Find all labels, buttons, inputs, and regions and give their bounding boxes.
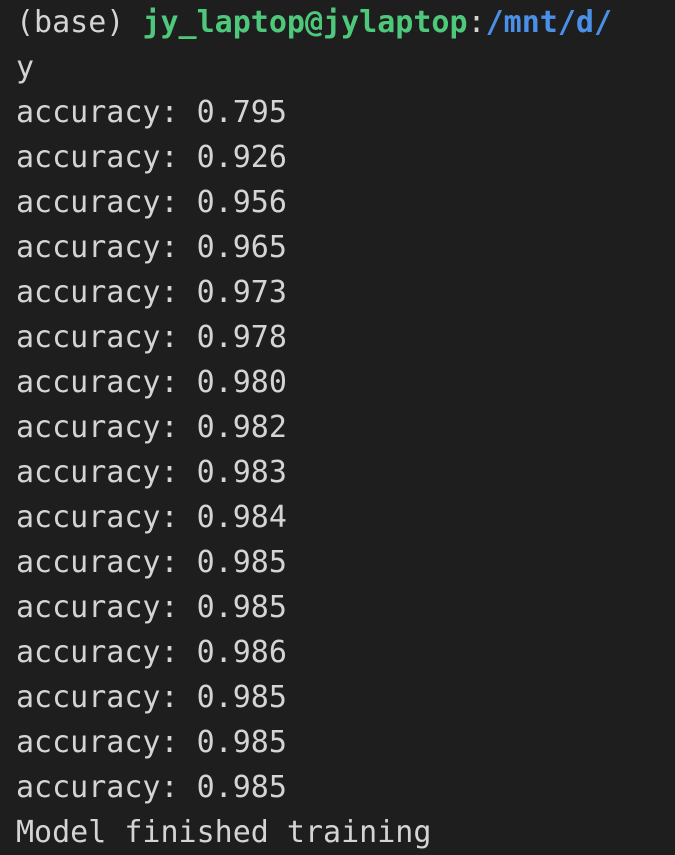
output-line: accuracy: 0.978	[16, 320, 287, 355]
prompt-line: (base) jy_laptop@jylaptop:/mnt/d/	[16, 0, 675, 45]
training-complete-message: Model finished training	[16, 815, 432, 850]
output-line: accuracy: 0.984	[16, 500, 287, 535]
current-path: /mnt/d/	[485, 5, 613, 40]
prompt-separator: :	[467, 5, 486, 40]
output-line: accuracy: 0.980	[16, 365, 287, 400]
output-line: accuracy: 0.985	[16, 590, 287, 625]
output-line: accuracy: 0.985	[16, 725, 287, 760]
output-line: accuracy: 0.985	[16, 770, 287, 805]
output-line: accuracy: 0.985	[16, 545, 287, 580]
output-line: accuracy: 0.982	[16, 410, 287, 445]
output-line: accuracy: 0.983	[16, 455, 287, 490]
conda-env-label: (base)	[16, 5, 143, 40]
output-line: accuracy: 0.926	[16, 140, 287, 175]
output-line: accuracy: 0.956	[16, 185, 287, 220]
wrapped-prompt-continuation: y	[16, 50, 35, 85]
output-line: accuracy: 0.985	[16, 680, 287, 715]
output-line: accuracy: 0.965	[16, 230, 287, 265]
output-line: accuracy: 0.795	[16, 95, 287, 130]
output-line: accuracy: 0.986	[16, 635, 287, 670]
output-line: accuracy: 0.973	[16, 275, 287, 310]
terminal-window[interactable]: (base) jy_laptop@jylaptop:/mnt/d/ y accu…	[0, 0, 675, 855]
user-host: jy_laptop@jylaptop	[142, 5, 468, 40]
